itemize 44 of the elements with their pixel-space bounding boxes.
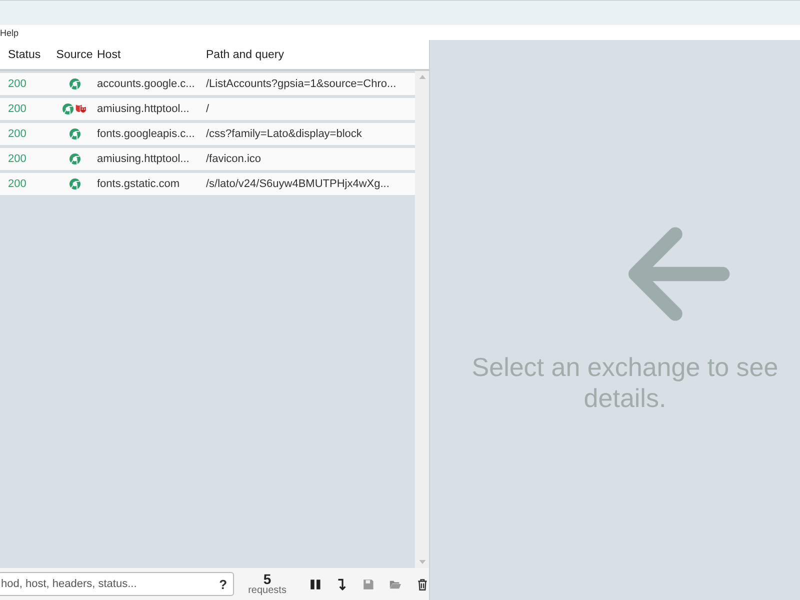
browser-icon (62, 103, 74, 115)
path-cell-text: / (206, 103, 210, 115)
mask-icon (75, 103, 87, 115)
table-row[interactable]: 200 amiusing.httptool... / (0, 98, 415, 120)
host-cell-text: fonts.gstatic.com (97, 178, 181, 190)
help-icon[interactable]: ? (219, 576, 234, 592)
status-code: 200 (7, 128, 28, 140)
column-header[interactable]: Source (52, 48, 97, 60)
table-row[interactable]: 200 accounts.google.c... /ListAccounts?gpsia=1&source=Chro... (0, 73, 415, 95)
trash-icon[interactable] (416, 578, 429, 590)
status-code: 200 (7, 153, 28, 165)
table-row[interactable]: 200 fonts.googleapis.c... /css?family=Lato&display=block (0, 123, 415, 145)
table-row[interactable]: 200 fonts.gstatic.com /s/lato/v24/S6uyw4BMUTPHjx4wXg... (0, 173, 415, 195)
path-cell-text: /ListAccounts?gpsia=1&source=Chro... (206, 78, 398, 90)
request-count-label: requests (248, 586, 286, 596)
host-cell-text: accounts.google.c... (97, 78, 196, 90)
scroll-to-bottom-icon[interactable] (335, 578, 348, 590)
save-icon[interactable] (362, 578, 376, 590)
left-arrow-icon (628, 226, 732, 322)
table-row[interactable]: 200 amiusing.httptool... /favicon.ico (0, 148, 415, 170)
pause-icon[interactable] (308, 578, 322, 590)
path-cell-text: /css?family=Lato&display=block (206, 128, 363, 140)
column-header[interactable]: Host (97, 48, 206, 60)
browser-icon (68, 78, 80, 90)
menu-item[interactable]: Help (0, 28, 23, 38)
scrollbar[interactable] (415, 71, 429, 568)
browser-icon (68, 153, 80, 165)
status-code: 200 (7, 103, 28, 115)
browser-icon (68, 128, 80, 140)
host-cell-text: fonts.googleapis.c... (97, 128, 196, 140)
request-count: 5 (263, 572, 272, 586)
status-code: 200 (7, 178, 28, 190)
scroll-down-icon[interactable] (418, 560, 426, 564)
status-code: 200 (7, 78, 28, 90)
scroll-up-icon[interactable] (418, 75, 426, 79)
path-cell-text: /favicon.ico (206, 153, 262, 165)
host-cell-text: amiusing.httptool... (97, 103, 190, 115)
host-cell-text: amiusing.httptool... (97, 153, 190, 165)
browser-icon (68, 178, 80, 190)
filter-field[interactable]: hod, host, headers, status... ? (0, 572, 234, 596)
empty-state-message: Select an exchange to see details. (470, 352, 780, 414)
path-cell-text: /s/lato/v24/S6uyw4BMUTPHjx4wXg... (206, 178, 390, 190)
column-header[interactable]: Status (0, 48, 52, 60)
column-header[interactable]: Path and query (206, 48, 429, 60)
